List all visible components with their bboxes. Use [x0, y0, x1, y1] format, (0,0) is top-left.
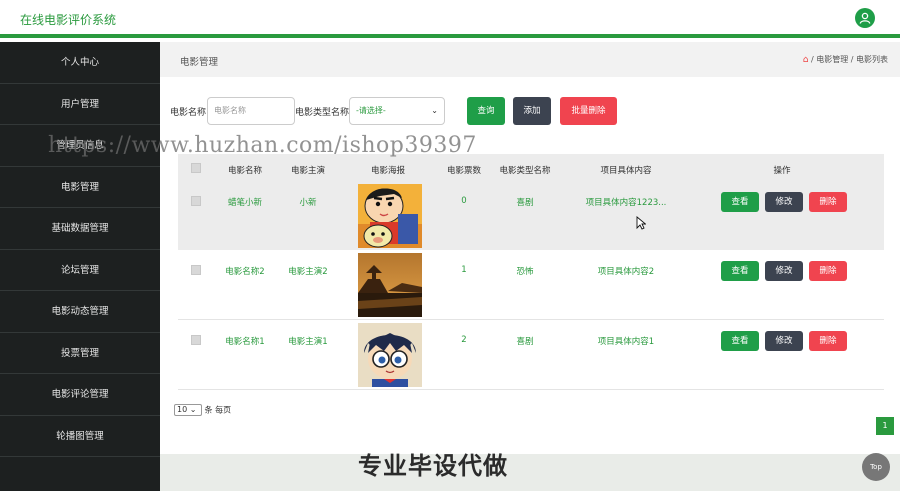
- delete-button[interactable]: 删除: [809, 192, 847, 212]
- query-button[interactable]: 查询: [467, 97, 505, 125]
- add-button[interactable]: 添加: [513, 97, 551, 125]
- delete-button[interactable]: 删除: [809, 261, 847, 281]
- sidebar-item-votes[interactable]: 投票管理: [0, 333, 160, 374]
- movie-name: 蜡笔小新: [227, 198, 263, 208]
- view-button[interactable]: 查看: [721, 192, 759, 212]
- sidebar-item-personal-center[interactable]: 个人中心: [0, 42, 160, 84]
- movie-votes: 1: [461, 265, 467, 275]
- view-button[interactable]: 查看: [721, 261, 759, 281]
- breadcrumb-separator: /: [810, 55, 814, 64]
- sidebar-item-basic-data[interactable]: 基础数据管理: [0, 208, 160, 250]
- delete-button[interactable]: 删除: [809, 331, 847, 351]
- row-checkbox[interactable]: [191, 335, 201, 345]
- movie-content: 项目具体内容1223...: [585, 198, 667, 208]
- page-number-button[interactable]: 1: [876, 417, 894, 435]
- chevron-down-icon: ⌄: [431, 106, 438, 115]
- pagination-size: 10 ⌄ 条 每页: [174, 404, 231, 416]
- movie-type-selected: -请选择-: [356, 106, 386, 115]
- movie-actor: 电影主演1: [288, 337, 328, 347]
- page-title: 电影管理: [180, 57, 219, 68]
- back-to-top-button[interactable]: Top: [862, 453, 890, 481]
- sidebar: 个人中心 用户管理 管理员信息 电影管理 基础数据管理 论坛管理 电影动态管理 …: [0, 42, 160, 491]
- page-header: 电影管理 ⌂ / 电影管理 / 电影列表: [160, 42, 900, 77]
- chevron-down-icon: ⌄: [189, 405, 197, 414]
- movie-type: 喜剧: [516, 198, 534, 208]
- column-header-actor: 电影主演: [290, 166, 326, 176]
- sidebar-item-carousel[interactable]: 轮播图管理: [0, 416, 160, 457]
- edit-button[interactable]: 修改: [765, 331, 803, 351]
- column-header-type: 电影类型名称: [499, 166, 551, 176]
- column-header-name: 电影名称: [227, 166, 263, 176]
- movie-type-label: 电影类型名称: [295, 108, 350, 118]
- user-avatar-icon[interactable]: [855, 8, 875, 28]
- edit-button[interactable]: 修改: [765, 192, 803, 212]
- app-title: 在线电影评价系统: [20, 13, 117, 27]
- table-header: 电影名称 电影主演 电影海报 电影票数 电影类型名称 项目具体内容 操作: [178, 154, 884, 184]
- column-header-votes: 电影票数: [446, 166, 482, 176]
- main-content: 电影管理 ⌂ / 电影管理 / 电影列表 电影名称 电影名称 电影类型名称 -请…: [160, 42, 900, 491]
- movie-type-select[interactable]: -请选择- ⌄: [349, 97, 445, 125]
- table-row: 蜡笔小新 小新 0 喜剧 项目具体内容1223... 查看 修改 删除: [178, 184, 884, 250]
- movie-name: 电影名称1: [225, 337, 265, 347]
- sidebar-item-forum[interactable]: 论坛管理: [0, 250, 160, 291]
- movie-votes: 2: [461, 335, 467, 345]
- per-page-label: 条 每页: [204, 405, 232, 415]
- movie-name-label: 电影名称: [170, 108, 207, 118]
- mouse-cursor-icon: [636, 216, 647, 233]
- table-row: 电影名称1 电影主演1 2 喜剧 项目具体内容1 查看 修改 删除: [178, 320, 884, 390]
- watermark-url: https://www.huzhan.com/ishop39397: [48, 133, 477, 158]
- breadcrumb-item-movie-list: 电影列表: [856, 55, 888, 64]
- home-icon[interactable]: ⌂: [803, 55, 809, 65]
- breadcrumb-item-movies[interactable]: 电影管理: [816, 55, 848, 64]
- movie-actor: 电影主演2: [288, 267, 328, 277]
- movie-content: 项目具体内容2: [597, 267, 655, 277]
- movie-poster-temple-sunset: [358, 253, 422, 317]
- breadcrumb: ⌂ / 电影管理 / 电影列表: [803, 54, 888, 65]
- sidebar-item-movie-news[interactable]: 电影动态管理: [0, 291, 160, 333]
- movie-actor: 小新: [299, 198, 317, 208]
- sidebar-item-movies[interactable]: 电影管理: [0, 167, 160, 208]
- movie-name: 电影名称2: [225, 267, 265, 277]
- edit-button[interactable]: 修改: [765, 261, 803, 281]
- movie-votes: 0: [461, 196, 467, 206]
- breadcrumb-separator: /: [850, 55, 854, 64]
- footer-strip: [160, 454, 900, 491]
- sidebar-item-movie-comments[interactable]: 电影评论管理: [0, 374, 160, 416]
- page-size-value: 10: [177, 405, 188, 414]
- column-header-content: 项目具体内容: [600, 166, 652, 176]
- movie-name-input[interactable]: 电影名称: [207, 97, 295, 125]
- select-all-checkbox[interactable]: [191, 163, 201, 173]
- top-bar: 在线电影评价系统: [0, 0, 900, 38]
- column-header-poster: 电影海报: [370, 166, 406, 176]
- batch-delete-button[interactable]: 批量删除: [560, 97, 617, 125]
- movie-poster-detective-conan: [358, 323, 422, 387]
- row-checkbox[interactable]: [191, 196, 201, 206]
- watermark-text: 专业毕设代做: [358, 452, 508, 480]
- movie-content: 项目具体内容1: [597, 337, 655, 347]
- view-button[interactable]: 查看: [721, 331, 759, 351]
- page-size-select[interactable]: 10 ⌄: [174, 404, 202, 416]
- column-header-actions: 操作: [773, 166, 791, 176]
- movie-type: 恐怖: [516, 267, 534, 277]
- movie-type: 喜剧: [516, 337, 534, 347]
- table-row: 电影名称2 电影主演2 1 恐怖 项目具体内容2 查看 修改 删除: [178, 250, 884, 320]
- sidebar-item-users[interactable]: 用户管理: [0, 84, 160, 125]
- movie-poster-crayon-shinchan: [358, 184, 422, 248]
- movie-table: 电影名称 电影主演 电影海报 电影票数 电影类型名称 项目具体内容 操作 蜡笔小…: [178, 154, 884, 390]
- row-checkbox[interactable]: [191, 265, 201, 275]
